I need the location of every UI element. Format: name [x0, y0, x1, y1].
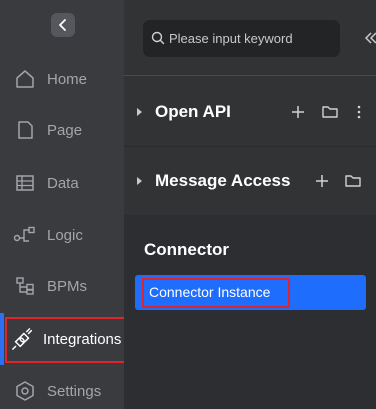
nav-label-data: Data [47, 174, 79, 192]
group-message-access[interactable]: Message Access [124, 147, 376, 215]
home-icon [13, 67, 37, 91]
section-title-connector: Connector [144, 240, 229, 259]
nav-label-page: Page [47, 121, 83, 139]
connector-instance-item[interactable]: Connector Instance [135, 275, 366, 310]
integrations-highlight-box [5, 317, 126, 363]
page-icon [13, 118, 37, 142]
collapse-panel-icon[interactable] [364, 30, 376, 46]
app-root: Home Page Data Logic BPMs Integrations S… [0, 0, 376, 409]
more-vertical-icon[interactable] [351, 104, 367, 120]
nav-item-data[interactable]: Data [0, 157, 124, 209]
folder-icon[interactable] [322, 104, 338, 120]
search-box [143, 20, 340, 57]
group-open-api[interactable]: Open API [124, 78, 376, 146]
bpm-tree-icon [13, 274, 37, 298]
nav-item-settings[interactable]: Settings [0, 365, 124, 409]
nav-label-settings: Settings [47, 382, 102, 400]
add-icon[interactable] [290, 104, 306, 120]
connector-instance-highlight-box [142, 278, 290, 308]
table-icon [13, 171, 37, 195]
folder-icon[interactable] [345, 173, 361, 189]
caret-right-icon [137, 108, 142, 116]
panel-divider [124, 75, 376, 76]
group-title-message-access: Message Access [155, 171, 291, 190]
nav-item-page[interactable]: Page [0, 104, 124, 156]
nav-item-logic[interactable]: Logic [0, 209, 124, 261]
nav-item-home[interactable]: Home [0, 53, 124, 105]
nav-rail: Home Page Data Logic BPMs Integrations S… [0, 0, 126, 409]
nav-label-logic: Logic [47, 226, 83, 244]
chevron-left-icon [59, 19, 66, 31]
caret-right-icon [137, 177, 142, 185]
add-icon[interactable] [314, 173, 330, 189]
search-icon [151, 31, 165, 45]
nav-label-bpms: BPMs [47, 277, 88, 295]
settings-hexagon-icon [13, 379, 37, 403]
logic-flow-icon [13, 223, 37, 247]
nav-label-home: Home [47, 70, 88, 88]
search-input[interactable] [169, 20, 334, 57]
integrations-panel: Open API Message Access Connector [124, 0, 376, 409]
nav-item-bpms[interactable]: BPMs [0, 260, 124, 312]
collapse-rail-button[interactable] [51, 13, 75, 37]
group-title-open-api: Open API [155, 102, 231, 121]
